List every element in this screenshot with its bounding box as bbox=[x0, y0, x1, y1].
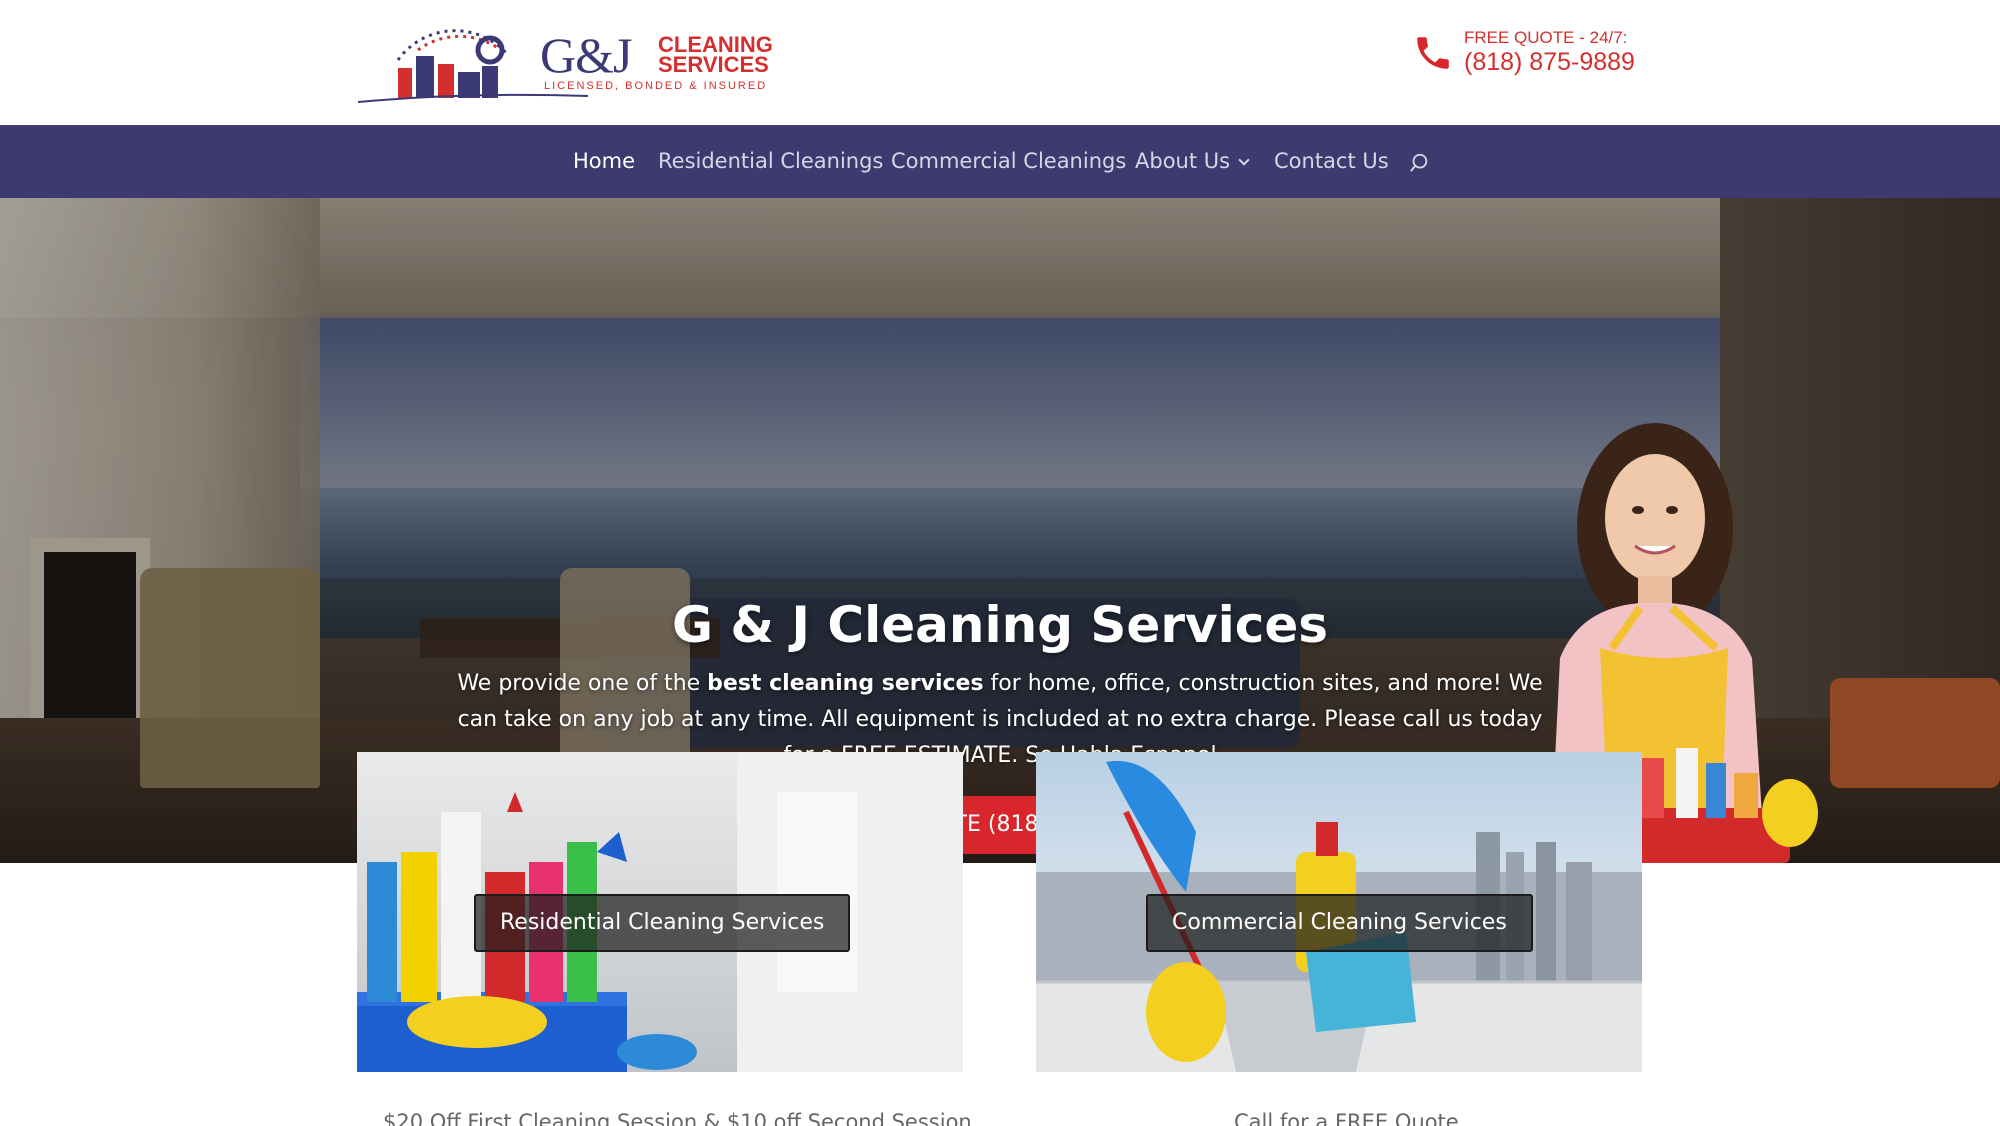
hero-title: G & J Cleaning Services bbox=[671, 596, 1329, 654]
header-quote[interactable]: FREE QUOTE - 24/7: (818) 875-9889 bbox=[1412, 28, 1642, 78]
quote-label: FREE QUOTE - 24/7: bbox=[1464, 28, 1628, 47]
residential-services-label[interactable]: Residential Cleaning Services bbox=[474, 894, 851, 952]
residential-services-card[interactable]: Residential Cleaning Services bbox=[357, 752, 963, 1072]
nav-item-home[interactable]: Home bbox=[573, 125, 635, 198]
logo[interactable]: G&J CLEANING SERVICES LICENSED, BONDED &… bbox=[358, 20, 778, 106]
logo-line-services: SERVICES bbox=[658, 52, 769, 77]
quote-phone-number[interactable]: (818) 875-9889 bbox=[1464, 48, 1635, 77]
phone-icon bbox=[1417, 37, 1449, 69]
nav-item-residential-cleanings[interactable]: Residential Cleanings bbox=[658, 125, 883, 198]
main-navigation: Home Residential Cleanings Commercial Cl… bbox=[0, 125, 2000, 198]
commercial-services-label[interactable]: Commercial Cleaning Services bbox=[1146, 894, 1533, 952]
search-icon[interactable] bbox=[1408, 152, 1430, 174]
logo-tagline: LICENSED, BONDED & INSURED bbox=[544, 80, 768, 92]
chevron-down-icon bbox=[1238, 154, 1250, 166]
hero-desc-highlight: best cleaning services bbox=[707, 671, 984, 696]
nav-item-commercial-cleanings[interactable]: Commercial Cleanings bbox=[891, 125, 1126, 198]
nav-item-contact-us[interactable]: Contact Us bbox=[1274, 125, 1389, 198]
hero-desc-intro: We provide one of the bbox=[457, 671, 708, 696]
logo-wordmark: G&J bbox=[540, 27, 632, 83]
commercial-offer-text: Call for a FREE Quote bbox=[1234, 1110, 1459, 1126]
site-header: G&J CLEANING SERVICES LICENSED, BONDED &… bbox=[0, 0, 2000, 125]
nav-item-about-us[interactable]: About Us bbox=[1135, 125, 1250, 198]
residential-offer-text: $20 Off First Cleaning Session & $10 off… bbox=[383, 1110, 972, 1126]
hero-section: G & J Cleaning Services We provide one o… bbox=[0, 198, 2000, 863]
commercial-services-card[interactable]: Commercial Cleaning Services bbox=[1036, 752, 1642, 1072]
nav-item-about-us-label: About Us bbox=[1135, 149, 1231, 173]
